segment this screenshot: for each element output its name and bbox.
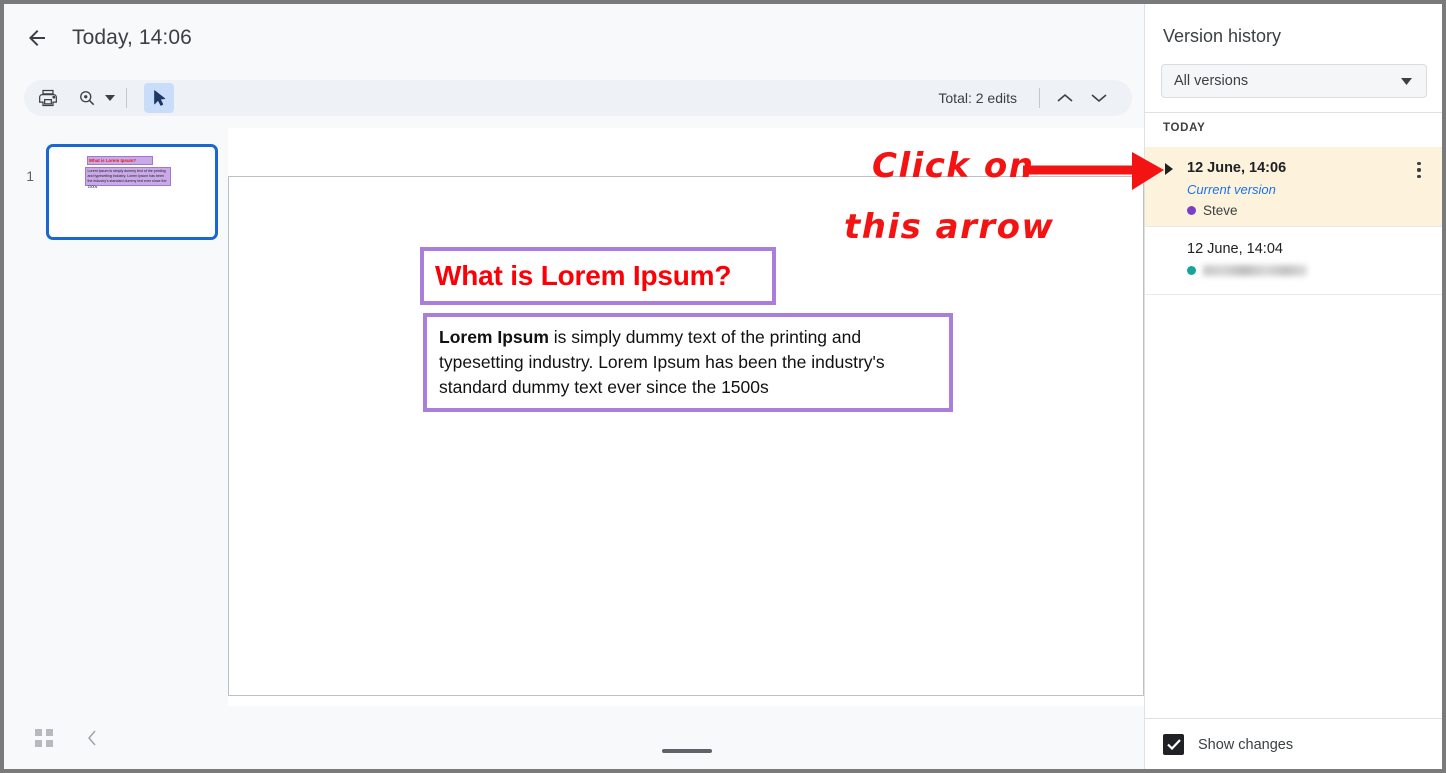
author-name: Steve [1203,203,1238,218]
app-header: Today, 14:06 [4,4,1144,72]
edit-count-label: Total: 2 edits [938,90,1017,106]
cursor-select-icon[interactable] [144,83,174,113]
slide-canvas[interactable]: What is Lorem Ipsum? Lorem Ipsum is simp… [228,176,1144,696]
current-version-label: Current version [1187,182,1276,197]
version-history-window: Today, 14:06 Total: 2 edits 1 What is Lo… [4,4,1442,769]
chevron-down-icon [1401,72,1412,90]
row-divider [1145,294,1442,295]
more-vert-icon[interactable] [1409,159,1429,181]
checkmark-icon[interactable] [1163,734,1184,755]
slide-canvas-area: What is Lorem Ipsum? Lorem Ipsum is simp… [228,128,1144,706]
version-date: 12 June, 14:06 [1187,160,1287,176]
version-list-item[interactable]: 12 June, 14:04 [1145,227,1442,295]
panel-footer-divider [1145,718,1442,719]
viewer-toolbar: Total: 2 edits [24,80,1132,116]
thumbnail-body-text: Lorem Ipsum is simply dummy text of the … [87,169,167,189]
bottom-bar [4,706,1144,769]
slide-thumbnail-1[interactable]: What is Lorem Ipsum? Lorem Ipsum is simp… [46,144,218,240]
panel-divider [1145,112,1442,113]
version-day-label: TODAY [1163,122,1206,134]
toolbar-divider [126,88,127,108]
thumbnail-title-text: What is Lorem Ipsum? [89,158,137,163]
author-name-blurred [1203,265,1307,276]
toolbar-divider-2 [1039,88,1040,108]
chevron-down-icon[interactable] [1082,83,1116,113]
printer-icon[interactable] [33,83,63,113]
thumbnail-list: 1 What is Lorem Ipsum? Lorem Ipsum is si… [18,144,218,240]
slide-body-text: Lorem Ipsum is simply dummy text of the … [439,325,937,400]
version-filter-value: All versions [1174,73,1249,89]
thumbnail-body-box: Lorem Ipsum is simply dummy text of the … [85,167,171,189]
toolbar-right-group: Total: 2 edits [938,83,1132,113]
page-title: Today, 14:06 [72,26,192,49]
version-author: Steve [1187,203,1238,218]
slide-body-bold: Lorem Ipsum [439,327,549,347]
triangle-right-icon[interactable] [1163,162,1175,176]
chevron-down-icon[interactable] [102,84,118,112]
version-filter-select[interactable]: All versions [1161,64,1427,98]
chevron-up-icon[interactable] [1048,83,1082,113]
slide-title-textbox[interactable]: What is Lorem Ipsum? [420,247,776,305]
author-color-dot [1187,206,1196,215]
show-changes-label: Show changes [1198,736,1294,753]
version-list-item-current[interactable]: 12 June, 14:06 Current version Steve [1145,147,1442,227]
thumbnail-title-box: What is Lorem Ipsum? [87,156,153,165]
version-history-panel: Version history All versions TODAY 12 Ju… [1144,4,1442,769]
slide-number: 1 [26,168,34,184]
arrow-left-icon[interactable] [24,25,50,51]
thumbnail-panel: 1 What is Lorem Ipsum? Lorem Ipsum is si… [4,128,228,706]
zoom-magnifier-icon[interactable] [72,83,102,113]
version-history-title: Version history [1163,26,1282,46]
slide-body-textbox[interactable]: Lorem Ipsum is simply dummy text of the … [423,313,953,412]
grid-view-icon[interactable] [30,724,58,752]
slide-title-text: What is Lorem Ipsum? [435,260,732,291]
show-changes-toggle[interactable]: Show changes [1163,734,1293,755]
version-author [1187,265,1307,276]
resize-handle[interactable] [662,749,712,753]
version-date: 12 June, 14:04 [1187,241,1283,257]
author-color-dot [1187,266,1196,275]
chevron-left-icon[interactable] [78,724,106,752]
